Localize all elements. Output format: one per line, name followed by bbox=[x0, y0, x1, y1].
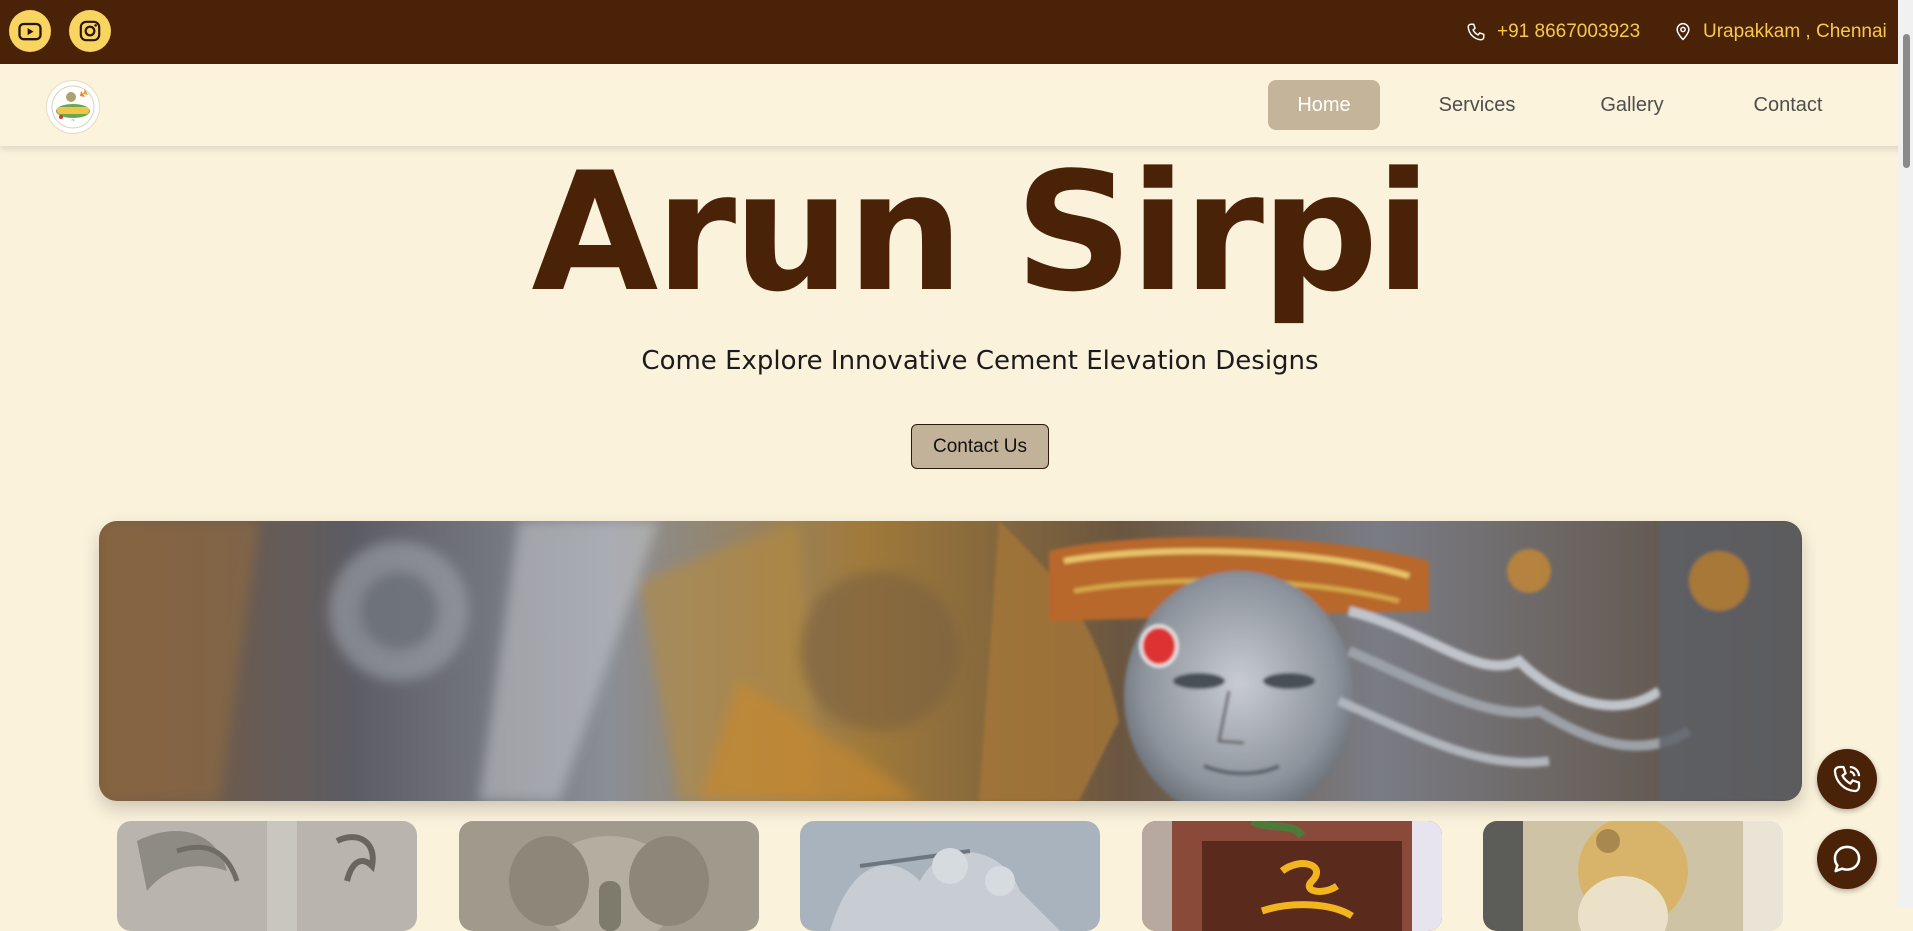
youtube-icon[interactable] bbox=[9, 10, 51, 52]
phone-call-icon bbox=[1833, 765, 1861, 793]
scrollbar-thumb[interactable] bbox=[1903, 34, 1910, 168]
nav-gallery[interactable]: Gallery bbox=[1578, 80, 1686, 130]
phone-contact[interactable]: +91 8667003923 bbox=[1465, 0, 1640, 64]
gallery-thumb-buddha[interactable] bbox=[1483, 821, 1783, 931]
gallery-thumb-krishna[interactable] bbox=[800, 821, 1100, 931]
nav-contact[interactable]: Contact bbox=[1734, 80, 1842, 130]
gallery-thumb-peacock[interactable] bbox=[117, 821, 417, 931]
location-text: Urapakkam , Chennai bbox=[1703, 21, 1887, 42]
top-bar: +91 8667003923 Urapakkam , Chennai bbox=[0, 0, 1913, 64]
site-logo[interactable]: ~ bbox=[46, 80, 100, 134]
chat-icon bbox=[1833, 845, 1861, 873]
floating-chat-button[interactable] bbox=[1817, 829, 1877, 889]
floating-call-button[interactable] bbox=[1817, 749, 1877, 809]
svg-text:~: ~ bbox=[71, 118, 75, 124]
gallery-thumb-signage[interactable] bbox=[1142, 821, 1442, 931]
phone-icon bbox=[1467, 23, 1485, 41]
hero-title: Arun Sirpi bbox=[531, 137, 1431, 328]
gallery-thumb-elephant[interactable] bbox=[459, 821, 759, 931]
nav-home[interactable]: Home bbox=[1268, 80, 1380, 130]
nav-services[interactable]: Services bbox=[1417, 80, 1537, 130]
contact-us-button[interactable]: Contact Us bbox=[911, 424, 1049, 469]
hero-subtitle: Come Explore Innovative Cement Elevation… bbox=[641, 346, 1319, 376]
location-pin-icon bbox=[1676, 22, 1690, 41]
phone-number[interactable]: +91 8667003923 bbox=[1497, 21, 1640, 43]
hero-banner-image bbox=[99, 521, 1802, 801]
location-info: Urapakkam , Chennai bbox=[1673, 0, 1887, 64]
instagram-icon[interactable] bbox=[69, 10, 111, 52]
